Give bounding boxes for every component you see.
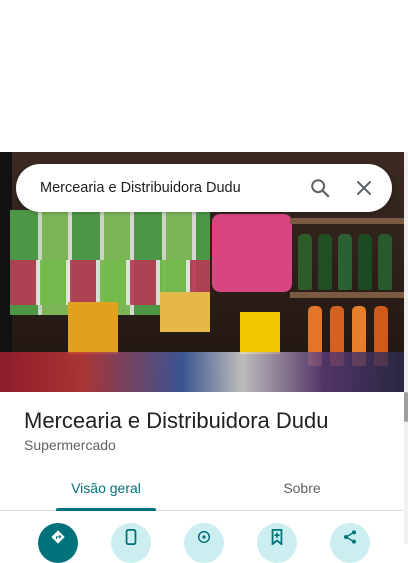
share-icon <box>342 529 358 550</box>
search-icon[interactable] <box>304 172 336 204</box>
place-title: Mercearia e Distribuidora Dudu <box>24 408 329 433</box>
bottle <box>318 234 332 290</box>
save-button[interactable] <box>257 523 297 563</box>
shelf <box>290 292 404 298</box>
candy-box <box>68 302 118 354</box>
action-buttons <box>0 520 404 563</box>
bottle <box>358 234 372 290</box>
bottle <box>298 234 312 290</box>
scrollbar-thumb[interactable] <box>404 392 408 422</box>
explore-icon <box>196 529 212 550</box>
candy-box <box>160 292 210 332</box>
snack-box <box>240 312 280 354</box>
map-blank-area <box>0 0 408 152</box>
scrollbar-track[interactable] <box>404 152 408 544</box>
bottle <box>338 234 352 290</box>
directions-icon <box>50 529 66 550</box>
save-icon <box>270 529 284 550</box>
shelf <box>290 218 404 224</box>
phone-icon <box>124 529 138 550</box>
search-input[interactable]: Mercearia e Distribuidora Dudu <box>40 180 304 196</box>
place-category[interactable]: Supermercado <box>24 437 116 453</box>
gift-bag <box>212 214 292 292</box>
close-icon[interactable] <box>348 172 380 204</box>
tab-about[interactable]: Sobre <box>236 466 368 510</box>
bottle <box>378 234 392 290</box>
directions-button[interactable] <box>38 523 78 563</box>
share-button[interactable] <box>330 523 370 563</box>
nearby-button[interactable] <box>184 523 224 563</box>
candy-row <box>0 352 404 392</box>
search-bar[interactable]: Mercearia e Distribuidora Dudu <box>16 164 392 212</box>
tab-overview[interactable]: Visão geral <box>40 466 172 511</box>
tab-bar: Visão geral Sobre <box>0 466 404 511</box>
call-button[interactable] <box>111 523 151 563</box>
